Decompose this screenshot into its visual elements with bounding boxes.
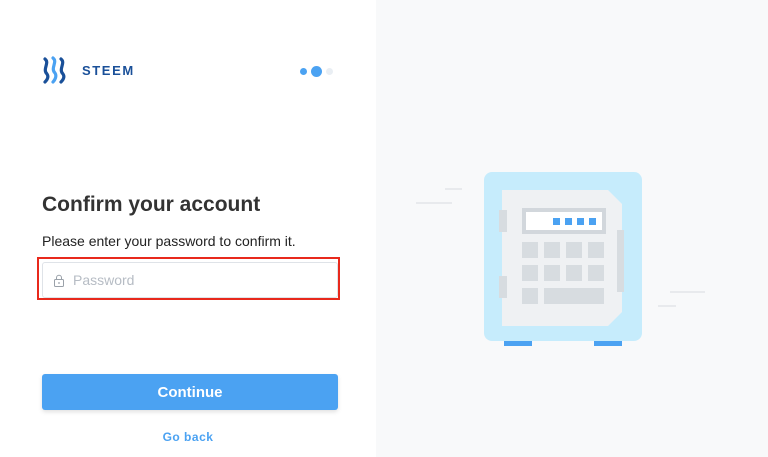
steem-logo-icon: [43, 56, 66, 84]
page-subtitle: Please enter your password to confirm it…: [42, 233, 296, 249]
go-back-link[interactable]: Go back: [0, 430, 376, 444]
step-indicator: [300, 66, 337, 77]
brand-name: STEEM: [82, 62, 135, 78]
steem-logo: STEEM: [42, 56, 135, 84]
continue-button[interactable]: Continue: [42, 374, 338, 410]
step-dot-upcoming: [326, 68, 333, 75]
step-dot-current: [311, 66, 322, 77]
password-field[interactable]: [42, 262, 338, 298]
login-panel: STEEM Confirm your account Please enter …: [0, 0, 376, 457]
safe-icon: [416, 172, 705, 346]
password-input[interactable]: [73, 272, 323, 288]
lock-icon: [53, 274, 65, 287]
step-dot-completed: [300, 68, 307, 75]
page-title: Confirm your account: [42, 193, 261, 216]
